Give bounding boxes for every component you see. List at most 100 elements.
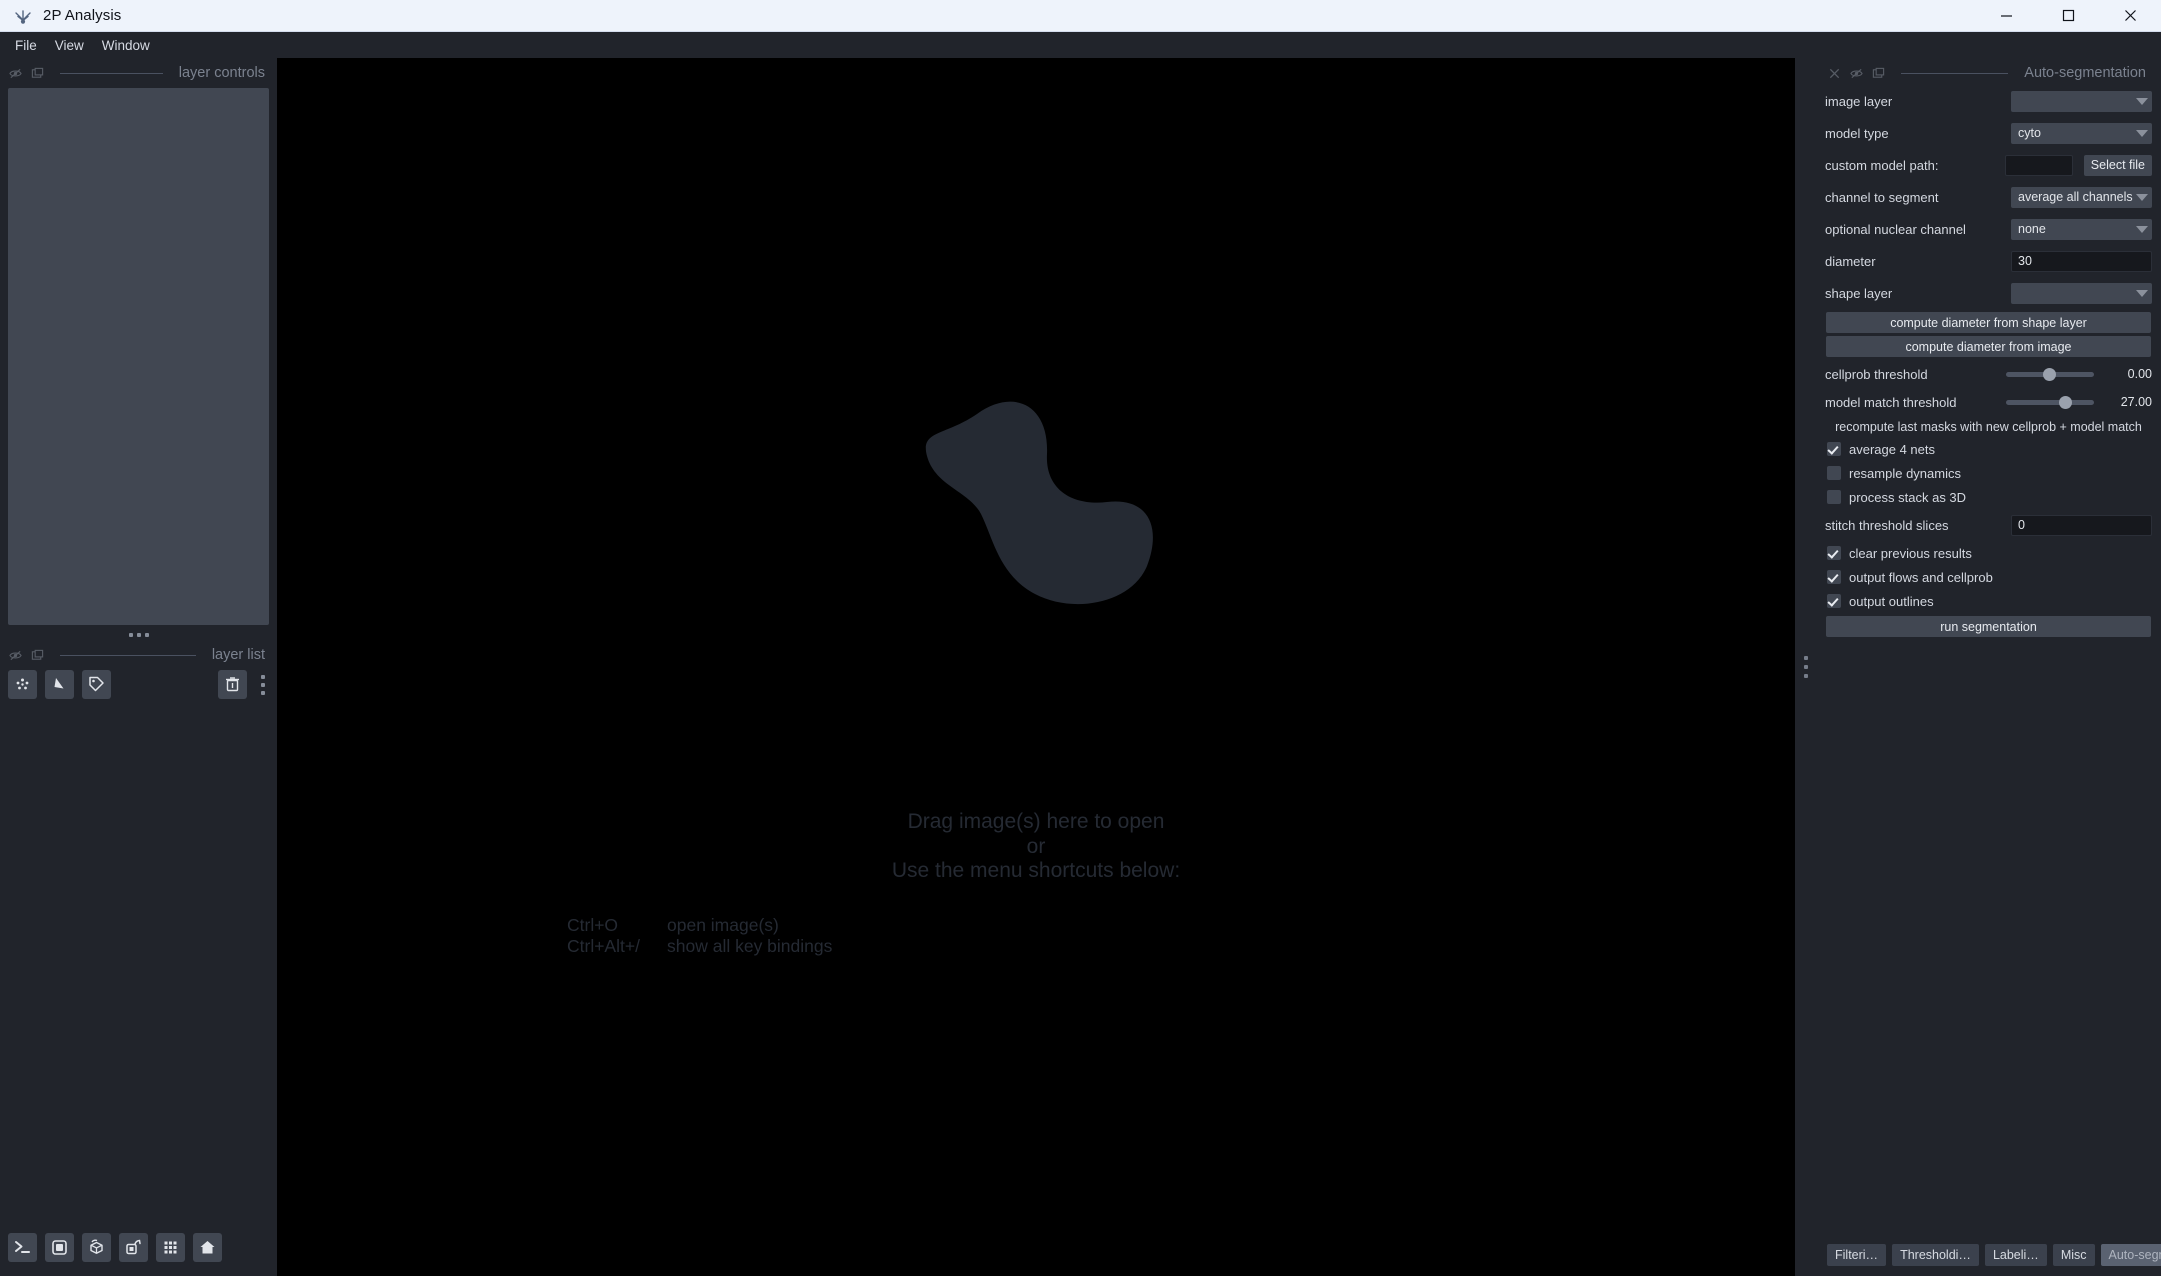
new-labels-layer-button[interactable]: [82, 670, 111, 699]
checkbox-icon[interactable]: [1827, 466, 1841, 480]
cellprob-threshold-slider[interactable]: [2006, 364, 2094, 384]
left-dock-splitter[interactable]: [6, 625, 271, 644]
minimize-button[interactable]: [1975, 0, 2037, 31]
reset-view-button[interactable]: [193, 1233, 222, 1262]
tab-labeling[interactable]: Labeli…: [1984, 1244, 2047, 1266]
checkbox-label: output flows and cellprob: [1849, 569, 1993, 585]
checkbox-label: clear previous results: [1849, 545, 1972, 561]
home-icon: [200, 1241, 215, 1254]
checkbox-icon[interactable]: [1827, 570, 1841, 584]
roll-dims-icon: [126, 1239, 141, 1255]
custom-model-path-input[interactable]: [2004, 154, 2073, 176]
optional-nuclear-channel-select[interactable]: none: [2011, 218, 2152, 240]
checkbox-icon[interactable]: [1827, 442, 1841, 456]
image-layer-label: image layer: [1825, 93, 1893, 109]
chevron-down-icon: [2136, 193, 2148, 201]
chevron-down-icon: [2136, 289, 2148, 297]
float-dock-icon[interactable]: [1850, 67, 1863, 80]
channel-to-segment-value: average all channels: [2018, 190, 2133, 204]
checkbox-average-4-nets[interactable]: average 4 nets: [1825, 437, 2152, 461]
console-button[interactable]: [8, 1233, 37, 1262]
model-type-select[interactable]: cyto: [2011, 122, 2152, 144]
viewer-buttons-toolbar: [6, 1233, 271, 1276]
napari-blob-logo: [911, 378, 1161, 613]
checkbox-icon[interactable]: [1827, 546, 1841, 560]
checkbox-output-flows-and-cellprob[interactable]: output flows and cellprob: [1825, 565, 2152, 589]
close-button[interactable]: [2099, 0, 2161, 31]
new-labels-icon: [89, 676, 104, 692]
channel-to-segment-select[interactable]: average all channels: [2011, 186, 2152, 208]
row-optional-nuclear-channel: optional nuclear channel none: [1825, 213, 2152, 245]
stitch-threshold-slices-input[interactable]: 0: [2011, 514, 2152, 536]
tab-filtering[interactable]: Filteri…: [1827, 1244, 1887, 1266]
welcome-line-3: Use the menu shortcuts below:: [891, 859, 1181, 882]
recompute-masks-note[interactable]: recompute last masks with new cellprob +…: [1825, 416, 2152, 437]
select-file-button[interactable]: Select file: [2083, 154, 2152, 176]
new-points-layer-button[interactable]: [8, 670, 37, 699]
dock-window-icon[interactable]: [31, 649, 44, 662]
new-shapes-icon: [54, 678, 64, 689]
slider-handle[interactable]: [2059, 396, 2072, 409]
layer-list-splitter-handle[interactable]: [255, 674, 269, 695]
splitter-dot: [261, 690, 265, 695]
checkbox-icon[interactable]: [1827, 490, 1841, 504]
header-rule: [1901, 72, 2009, 74]
checkbox-resample-dynamics[interactable]: resample dynamics: [1825, 461, 2152, 485]
main-body: layer controls layer list Drag image(s) …: [0, 58, 2161, 1276]
layer-controls-panel: [8, 88, 269, 625]
ndisplay-3d-button[interactable]: [82, 1233, 111, 1262]
tab-thresholding[interactable]: Thresholdi…: [1892, 1244, 1979, 1266]
shortcut-action: open image(s): [667, 915, 779, 935]
checkbox-clear-previous-results[interactable]: clear previous results: [1825, 541, 2152, 565]
row-diameter: diameter 30: [1825, 245, 2152, 277]
compute-diameter-from-image-button[interactable]: compute diameter from image: [1826, 336, 2151, 357]
ndisplay-2d-button[interactable]: [45, 1233, 74, 1262]
diameter-input[interactable]: 30: [2011, 250, 2152, 272]
shape-layer-label: shape layer: [1825, 285, 1893, 301]
checkbox-output-outlines[interactable]: output outlines: [1825, 589, 2152, 613]
layer-list-empty[interactable]: [6, 699, 271, 1233]
dock-window-icon[interactable]: [31, 67, 44, 80]
compute-diameter-from-shape-layer-button[interactable]: compute diameter from shape layer: [1826, 312, 2151, 333]
checkbox-icon[interactable]: [1827, 594, 1841, 608]
checkbox-process-stack-as-3d[interactable]: process stack as 3D: [1825, 485, 2152, 509]
tab-misc[interactable]: Misc: [2052, 1244, 2095, 1266]
right-dock-tabs: Filteri… Thresholdi… Labeli… Misc Auto-s…: [1817, 1238, 2161, 1276]
row-channel-to-segment: channel to segment average all channels: [1825, 181, 2152, 213]
menu-file[interactable]: File: [6, 35, 46, 56]
run-segmentation-button[interactable]: run segmentation: [1826, 616, 2151, 637]
float-dock-icon[interactable]: [9, 649, 22, 662]
right-dock-splitter[interactable]: [1795, 58, 1817, 1276]
header-rule: [60, 72, 163, 74]
slider-handle[interactable]: [2043, 368, 2056, 381]
splitter-dot: [261, 682, 265, 687]
delete-layer-button[interactable]: [218, 670, 247, 699]
viewer-canvas[interactable]: Drag image(s) here to open or Use the me…: [277, 58, 1795, 1276]
transpose-dims-button[interactable]: [156, 1233, 185, 1262]
menu-view[interactable]: View: [46, 35, 93, 56]
model-type-value: cyto: [2018, 126, 2041, 140]
float-dock-icon[interactable]: [9, 67, 22, 80]
checkbox-label: process stack as 3D: [1849, 489, 1967, 505]
dock-window-icon[interactable]: [1872, 67, 1885, 80]
close-icon[interactable]: [1828, 67, 1841, 80]
model-match-threshold-label: model match threshold: [1825, 394, 1957, 410]
image-layer-select[interactable]: [2011, 90, 2152, 112]
splitter-dot: [1804, 665, 1808, 669]
maximize-button[interactable]: [2037, 0, 2099, 31]
model-match-threshold-slider[interactable]: [2006, 392, 2094, 412]
new-shapes-layer-button[interactable]: [45, 670, 74, 699]
auto-segmentation-header: Auto-segmentation: [1825, 61, 2152, 85]
tab-auto-segmentation[interactable]: Auto-segmentati…: [2100, 1244, 2161, 1266]
layer-controls-header: layer controls: [6, 61, 271, 85]
trash-icon: [226, 677, 239, 692]
square-2d-icon: [52, 1240, 67, 1255]
shortcut-action: show all key bindings: [667, 936, 833, 956]
cellprob-threshold-label: cellprob threshold: [1825, 366, 1928, 382]
roll-dims-button[interactable]: [119, 1233, 148, 1262]
checkbox-label: output outlines: [1849, 593, 1934, 609]
shape-layer-select[interactable]: [2011, 282, 2152, 304]
napari-app-icon: [12, 7, 34, 25]
menu-window[interactable]: Window: [93, 35, 159, 56]
layer-controls-title: layer controls: [178, 65, 265, 81]
